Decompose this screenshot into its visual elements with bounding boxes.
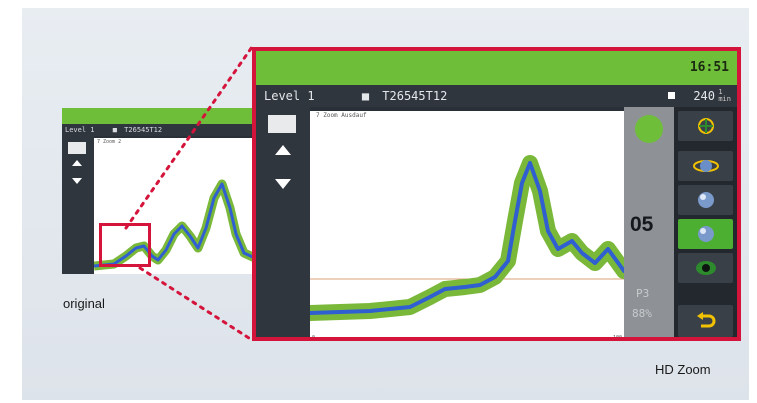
speed-value: 240 <box>693 89 715 103</box>
level-label: Level 1 <box>65 126 95 134</box>
zoom-side-panel <box>256 107 310 337</box>
zoom-caption: HD Zoom <box>655 362 711 377</box>
original-screen: Level 1 ■ T26545T12 7 Zoom 2 <box>62 108 255 274</box>
rotate-icon <box>692 160 719 172</box>
sphere-button[interactable] <box>678 185 733 215</box>
arrow-up-icon[interactable] <box>72 160 82 166</box>
zoom-curve <box>310 155 624 321</box>
p-label: P3 <box>636 287 650 300</box>
zoom-status-bar: 16:51 <box>256 51 737 85</box>
rotate-button[interactable] <box>678 151 733 181</box>
target-icon <box>697 118 714 134</box>
menu-icon[interactable] <box>268 115 296 133</box>
axis-max-label: 100 <box>612 335 622 341</box>
sphere-icon <box>697 192 714 208</box>
original-caption: original <box>63 296 105 311</box>
zoom-screen: 16:51 Level 1 ■ T26545T12 240 1 min 7 Zoo… <box>252 47 741 341</box>
eye-icon <box>695 261 716 275</box>
arrow-down-icon[interactable] <box>275 179 291 189</box>
percent-value: 88% <box>632 307 652 320</box>
target-button[interactable] <box>678 111 733 141</box>
counter-value: 05 <box>630 213 654 236</box>
zoom-plot: 7 Zoom Ausdauf 0 100 <box>310 111 624 341</box>
status-bar <box>62 108 255 124</box>
header-bar: Level 1 ■ T26545T12 <box>62 124 255 136</box>
arrow-up-icon[interactable] <box>275 145 291 155</box>
clock: 16:51 <box>689 60 729 75</box>
speed-unit: 1 min <box>718 88 731 103</box>
status-column: 05 P3 88% <box>624 107 674 337</box>
sphere-down-button[interactable] <box>678 219 733 249</box>
job-id: T26545T12 <box>124 126 163 134</box>
eye-button[interactable] <box>678 253 733 283</box>
right-toolbar <box>674 107 737 337</box>
status-circle-icon <box>635 115 663 143</box>
axis-min-label: 0 <box>312 335 316 341</box>
zoom-header-bar: Level 1 ■ T26545T12 240 1 min <box>256 85 737 107</box>
zoom-region-box <box>99 223 151 267</box>
menu-icon[interactable] <box>68 142 86 154</box>
sphere-down-icon <box>697 226 714 242</box>
printer-icon: ■ <box>112 126 117 134</box>
level-label: Level 1 <box>264 89 315 103</box>
printer-icon: ■ <box>361 89 370 103</box>
tolerance-band <box>310 155 624 321</box>
square-icon <box>668 92 675 99</box>
arrow-down-icon[interactable] <box>72 178 82 184</box>
return-icon <box>696 312 715 328</box>
job-id: T26545T12 <box>382 89 448 103</box>
side-panel <box>62 136 94 274</box>
return-button[interactable] <box>678 305 733 337</box>
